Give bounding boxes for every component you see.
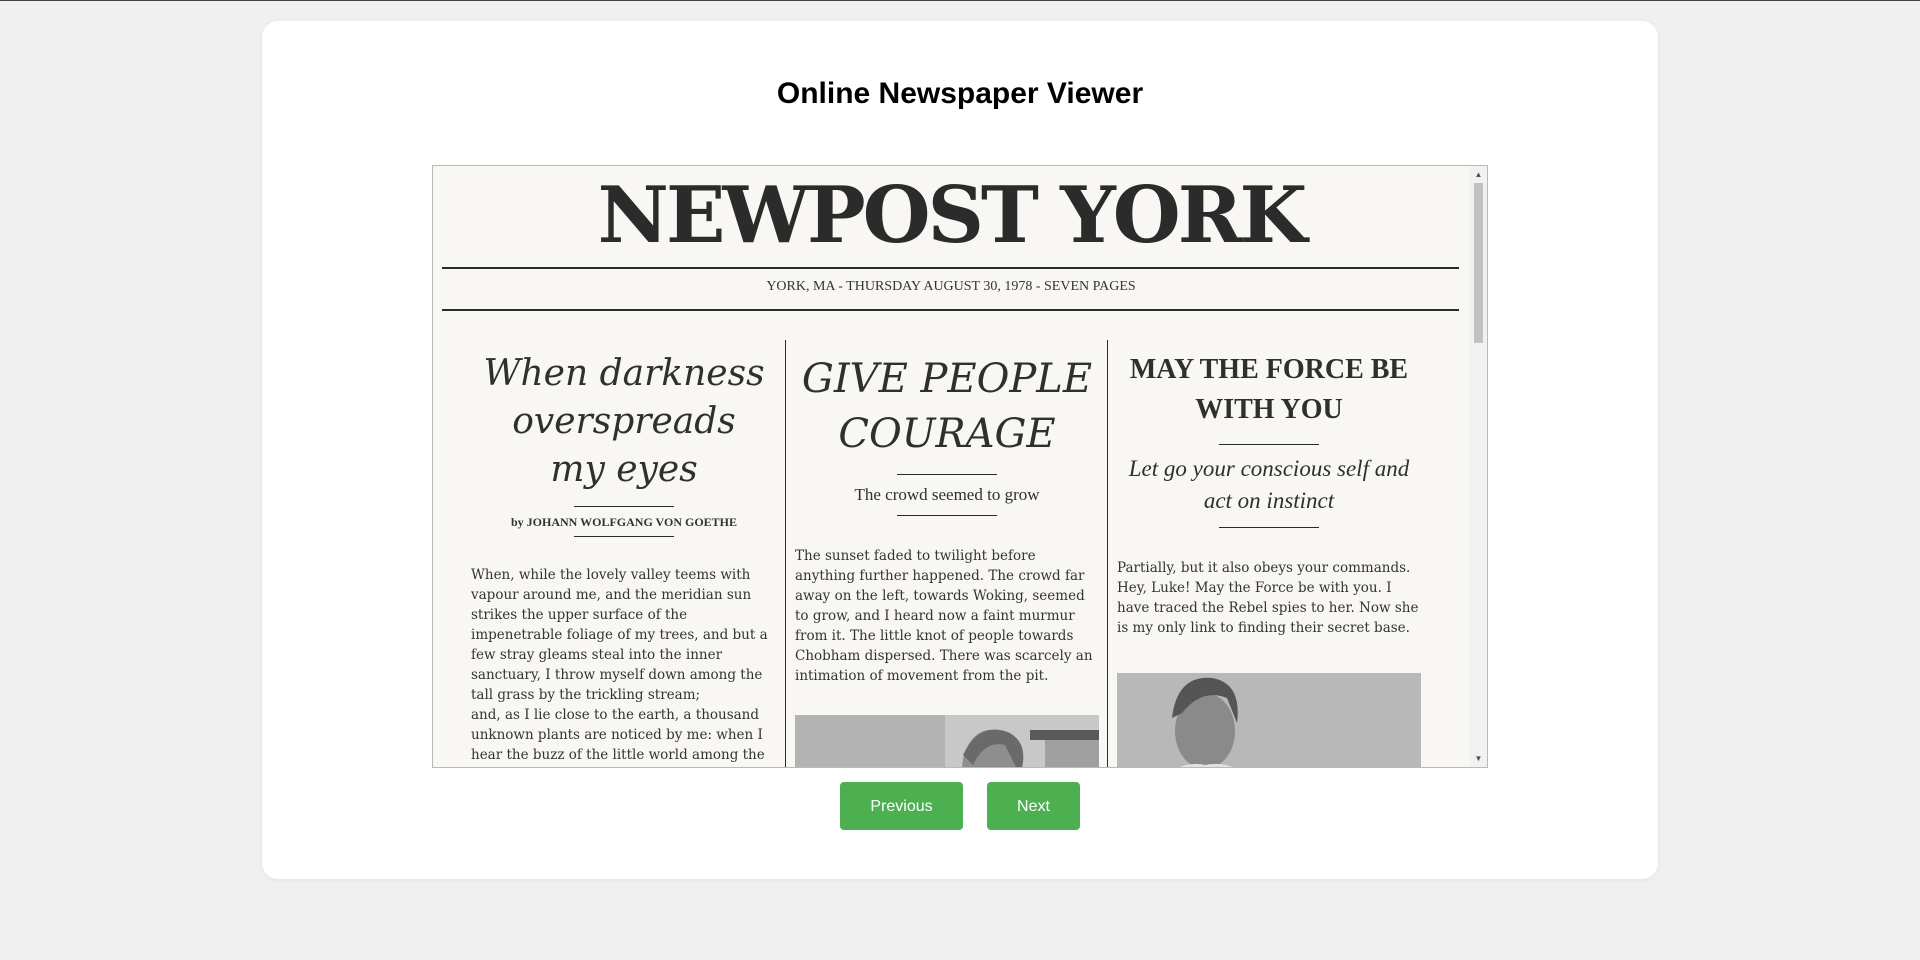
column-divider bbox=[785, 340, 786, 767]
next-button[interactable]: Next bbox=[987, 782, 1080, 830]
window-top-border bbox=[0, 0, 1920, 1]
scroll-down-icon[interactable]: ▼ bbox=[1470, 750, 1487, 767]
article-3-rule-top bbox=[1219, 444, 1319, 445]
masthead-rule-bottom bbox=[442, 309, 1459, 311]
newspaper-page: NEWPOST YORK YORK, MA - THURSDAY AUGUST … bbox=[433, 166, 1469, 767]
article-1-headline: When darkness overspreads my eyes bbox=[483, 353, 765, 490]
article-1-paragraph: When, while the lovely valley teems with… bbox=[471, 567, 768, 703]
viewer-card: Online Newspaper Viewer NEWPOST YORK YOR… bbox=[262, 21, 1658, 879]
article-3-subhead: Let go your conscious self and act on in… bbox=[1128, 456, 1410, 513]
page-title: Online Newspaper Viewer bbox=[776, 77, 1144, 110]
portrait-photo-icon bbox=[795, 715, 1099, 767]
article-2-photo bbox=[795, 715, 1099, 767]
article-3-rule-bottom bbox=[1219, 527, 1319, 528]
article-3-body: Partially, but it also obeys your comman… bbox=[1117, 558, 1421, 638]
article-2-rule-top bbox=[897, 474, 997, 475]
article-2-rule-bottom bbox=[897, 515, 997, 516]
article-column-2: GIVE PEOPLE COURAGE The crowd seemed to … bbox=[795, 340, 1099, 767]
article-1-rule-bottom bbox=[574, 536, 674, 537]
article-1-body: When, while the lovely valley teems with… bbox=[471, 565, 777, 765]
article-2-paragraph: The sunset faded to twilight before anyt… bbox=[795, 548, 1093, 684]
masthead-rule-top bbox=[442, 267, 1459, 269]
article-column-1: When darkness overspreads my eyes by JOH… bbox=[471, 340, 777, 767]
previous-button[interactable]: Previous bbox=[840, 782, 963, 830]
article-3-paragraph: Partially, but it also obeys your comman… bbox=[1117, 560, 1419, 636]
scroll-up-icon[interactable]: ▲ bbox=[1470, 166, 1487, 183]
article-2-headline: GIVE PEOPLE COURAGE bbox=[801, 356, 1093, 457]
viewer-scrollbar[interactable]: ▲ ▼ bbox=[1470, 166, 1487, 767]
article-column-3: MAY THE FORCE BE WITH YOU Let go your co… bbox=[1117, 340, 1421, 767]
article-2-subhead: The crowd seemed to grow bbox=[854, 485, 1040, 504]
scrollbar-thumb[interactable] bbox=[1474, 183, 1483, 343]
newspaper-viewport[interactable]: NEWPOST YORK YORK, MA - THURSDAY AUGUST … bbox=[432, 165, 1488, 768]
article-1-paragraph: and, as I lie close to the earth, a thou… bbox=[471, 707, 765, 763]
newspaper-dateline: YORK, MA - THURSDAY AUGUST 30, 1978 - SE… bbox=[766, 279, 1136, 294]
article-3-photo bbox=[1117, 673, 1421, 767]
portrait-photo-icon bbox=[1117, 673, 1421, 767]
article-3-headline: MAY THE FORCE BE WITH YOU bbox=[1129, 354, 1409, 425]
article-1-byline: by JOHANN WOLFGANG VON GOETHE bbox=[510, 515, 737, 529]
article-1-rule-top bbox=[574, 506, 674, 507]
article-2-body: The sunset faded to twilight before anyt… bbox=[795, 546, 1099, 686]
column-divider bbox=[1107, 340, 1108, 767]
newspaper-masthead: NEWPOST YORK bbox=[597, 170, 1308, 261]
